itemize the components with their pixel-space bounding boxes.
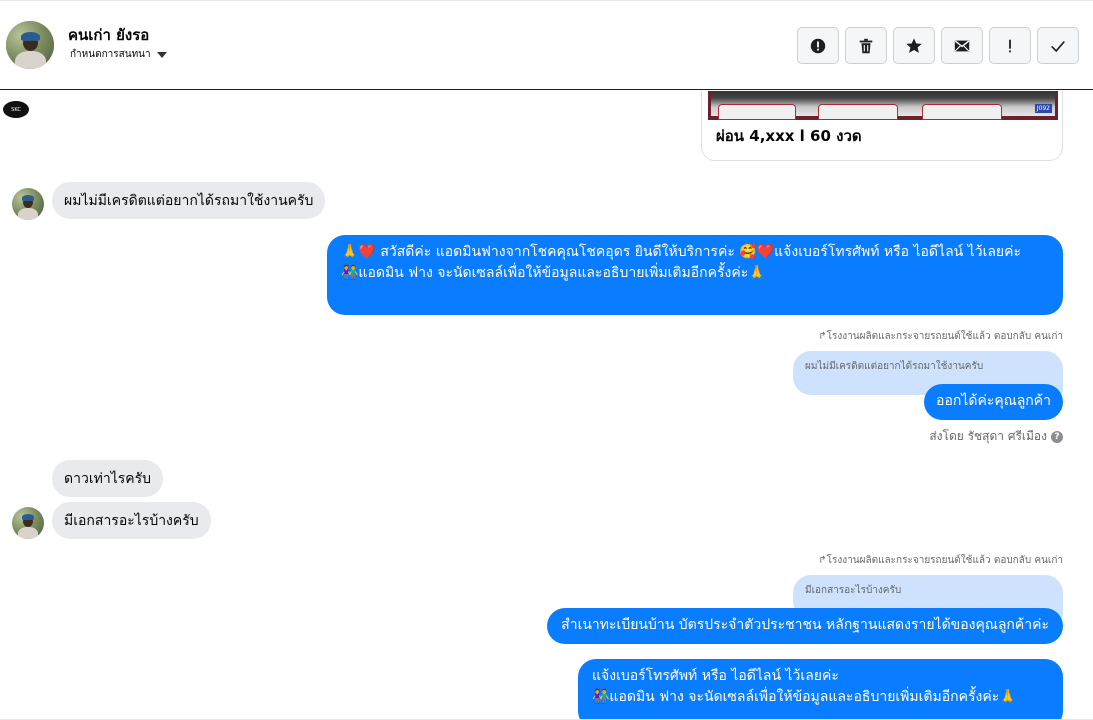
sent-by-label: ส่งโดย รัชสุดา ศรีเมือง ? bbox=[929, 427, 1063, 446]
conversation-header: คนเก่า ยังรอ กำหนดการสนทนา bbox=[0, 0, 1093, 90]
reply-context: ↱โรงงานผลิตและกระจายรถยนต์ใช้แล้ว ตอบกลั… bbox=[818, 555, 1063, 566]
assign-conversation-dropdown[interactable]: กำหนดการสนทนา bbox=[70, 47, 167, 62]
follow-up-button[interactable] bbox=[989, 27, 1031, 64]
trash-icon bbox=[859, 38, 873, 53]
delete-button[interactable] bbox=[845, 27, 887, 64]
incoming-message[interactable]: ดาวเท่าไรครับ bbox=[52, 460, 164, 497]
outgoing-message[interactable]: สำเนาทะเบียนบ้าน บัตรประจำตัวประชาชน หลั… bbox=[547, 608, 1063, 644]
reply-context: ↱โรงงานผลิตและกระจายรถยนต์ใช้แล้ว ตอบกลั… bbox=[818, 331, 1063, 342]
message-line: 🙏❤️ สวัสดีค่ะ แอดมินฟางจากโชคคุณโชคอุดร … bbox=[341, 244, 1022, 260]
contact-avatar-small[interactable] bbox=[12, 507, 44, 539]
message-thread[interactable]: SKC J092 ผ่อน 4,xxx l 60 งวด ผมไม่มีเครด… bbox=[0, 91, 1093, 720]
message-line: แจ้งเบอร์โทรศัพท์ หรือ ไอดีไลน์ ไว้เลยค่… bbox=[592, 668, 839, 684]
mail-icon bbox=[954, 40, 970, 51]
contact-avatar[interactable] bbox=[6, 21, 54, 69]
exclamation-icon bbox=[1009, 39, 1011, 52]
image-tag: J092 bbox=[1034, 104, 1052, 113]
help-icon[interactable]: ? bbox=[1051, 430, 1063, 443]
checkmark-icon bbox=[1051, 40, 1065, 52]
mark-done-button[interactable] bbox=[1037, 27, 1079, 64]
incoming-message[interactable]: ผมไม่มีเครดิตแต่อยากได้รถมาใช้งานครับ bbox=[52, 182, 326, 219]
car-interior-image: J092 bbox=[708, 91, 1058, 120]
assign-conversation-label: กำหนดการสนทนา bbox=[70, 49, 151, 60]
conversation-actions bbox=[797, 27, 1079, 64]
contact-name[interactable]: คนเก่า ยังรอ bbox=[68, 23, 149, 47]
message-line: 👫แอดมิน ฟาง จะนัดเซลล์เพื่อให้ข้อมูลและอ… bbox=[592, 689, 1017, 705]
alert-circle-icon bbox=[810, 38, 826, 53]
caret-down-icon bbox=[156, 51, 167, 58]
outgoing-message[interactable]: แจ้งเบอร์โทรศัพท์ หรือ ไอดีไลน์ ไว้เลยค่… bbox=[578, 659, 1063, 720]
post-caption: ผ่อน 4,xxx l 60 งวด bbox=[716, 127, 862, 145]
outgoing-message[interactable]: ออกได้ค่ะคุณลูกค้า bbox=[924, 384, 1063, 420]
contact-avatar-small[interactable] bbox=[12, 188, 44, 220]
shared-post-card[interactable]: J092 ผ่อน 4,xxx l 60 งวด bbox=[701, 91, 1063, 161]
mark-spam-button[interactable] bbox=[797, 27, 839, 64]
incoming-message[interactable]: มีเอกสารอะไรบ้างครับ bbox=[52, 502, 211, 539]
page-logo-icon: SKC bbox=[3, 101, 29, 118]
message-line: 👫แอดมิน ฟาง จะนัดเซลล์เพื่อให้ข้อมูลและอ… bbox=[341, 265, 766, 281]
sent-by-text: ส่งโดย รัชสุดา ศรีเมือง bbox=[929, 429, 1047, 443]
mark-unread-button[interactable] bbox=[941, 27, 983, 64]
star-icon bbox=[906, 37, 922, 53]
outgoing-message[interactable]: 🙏❤️ สวัสดีค่ะ แอดมินฟางจากโชคคุณโชคอุดร … bbox=[327, 235, 1063, 315]
star-button[interactable] bbox=[893, 27, 935, 64]
